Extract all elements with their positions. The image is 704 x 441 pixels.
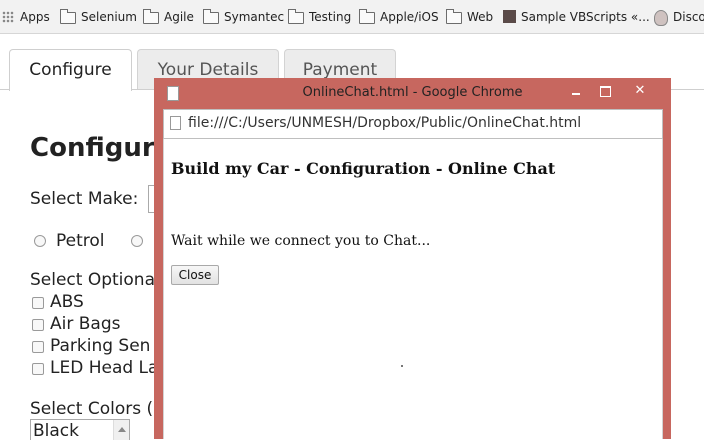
- chat-heading: Build my Car - Configuration - Online Ch…: [171, 159, 556, 178]
- address-bar[interactable]: file:///C:/Users/UNMESH/Dropbox/Public/O…: [163, 109, 663, 139]
- led-head-lamp-checkbox[interactable]: [32, 363, 44, 375]
- site-icon: [503, 10, 516, 23]
- abs-label: ABS: [50, 292, 84, 312]
- bookmark-sample-vbscripts[interactable]: Sample VBScripts «...: [503, 9, 650, 25]
- fuel-radio[interactable]: [131, 235, 143, 247]
- close-button[interactable]: Close: [171, 265, 219, 285]
- abs-checkbox[interactable]: [32, 297, 44, 309]
- petrol-radio[interactable]: [34, 235, 46, 247]
- folder-icon: [60, 9, 76, 24]
- close-window-button[interactable]: ✕: [631, 84, 649, 98]
- air-bags-label: Air Bags: [50, 314, 121, 334]
- select-colors-label: Select Colors (: [30, 399, 154, 419]
- petrol-label: Petrol: [56, 231, 105, 251]
- bookmark-disco[interactable]: Disco: [654, 9, 704, 26]
- popup-content: Build my Car - Configuration - Online Ch…: [163, 139, 663, 439]
- bookmark-agile[interactable]: Agile: [143, 9, 194, 25]
- optional-label: Select Optiona: [30, 270, 156, 290]
- bookmark-selenium[interactable]: Selenium: [60, 9, 137, 25]
- minimize-button[interactable]: [568, 84, 586, 98]
- bookmark-apps[interactable]: Apps: [2, 9, 50, 25]
- site-icon: [654, 10, 668, 26]
- listbox-scrollbar[interactable]: [113, 420, 129, 440]
- page-title: Configur: [30, 133, 155, 163]
- loading-dot: [401, 365, 403, 367]
- folder-icon: [288, 9, 304, 24]
- parking-sensor-label: Parking Sen: [50, 336, 151, 356]
- url-text[interactable]: file:///C:/Users/UNMESH/Dropbox/Public/O…: [188, 115, 581, 131]
- bookmark-apple-ios[interactable]: Apple/iOS: [359, 9, 439, 25]
- apps-grid-icon: [2, 11, 14, 23]
- color-listbox[interactable]: Black: [30, 419, 130, 441]
- bookmarks-bar: Apps Selenium Agile Symantec Testing App…: [0, 0, 704, 34]
- folder-icon: [203, 9, 219, 24]
- select-make-label: Select Make:: [30, 189, 139, 209]
- bookmark-testing[interactable]: Testing: [288, 9, 351, 25]
- maximize-button[interactable]: [597, 84, 615, 98]
- parking-sensor-checkbox[interactable]: [32, 341, 44, 353]
- folder-icon: [359, 9, 375, 24]
- bookmark-symantec[interactable]: Symantec: [203, 9, 284, 25]
- color-option-black[interactable]: Black: [33, 421, 79, 441]
- tab-configure[interactable]: Configure: [9, 49, 132, 91]
- file-icon: [170, 116, 181, 130]
- close-icon: ✕: [634, 83, 646, 98]
- popup-window: OnlineChat.html - Google Chrome ✕ file:/…: [154, 78, 671, 439]
- led-head-lamp-label: LED Head La: [50, 358, 159, 378]
- folder-icon: [143, 9, 159, 24]
- minimize-icon: [572, 93, 580, 95]
- bookmark-web[interactable]: Web: [446, 9, 493, 25]
- wait-message: Wait while we connect you to Chat...: [171, 233, 431, 249]
- maximize-icon: [600, 86, 611, 97]
- air-bags-checkbox[interactable]: [32, 319, 44, 331]
- folder-icon: [446, 9, 462, 24]
- popup-title: OnlineChat.html - Google Chrome: [302, 85, 523, 100]
